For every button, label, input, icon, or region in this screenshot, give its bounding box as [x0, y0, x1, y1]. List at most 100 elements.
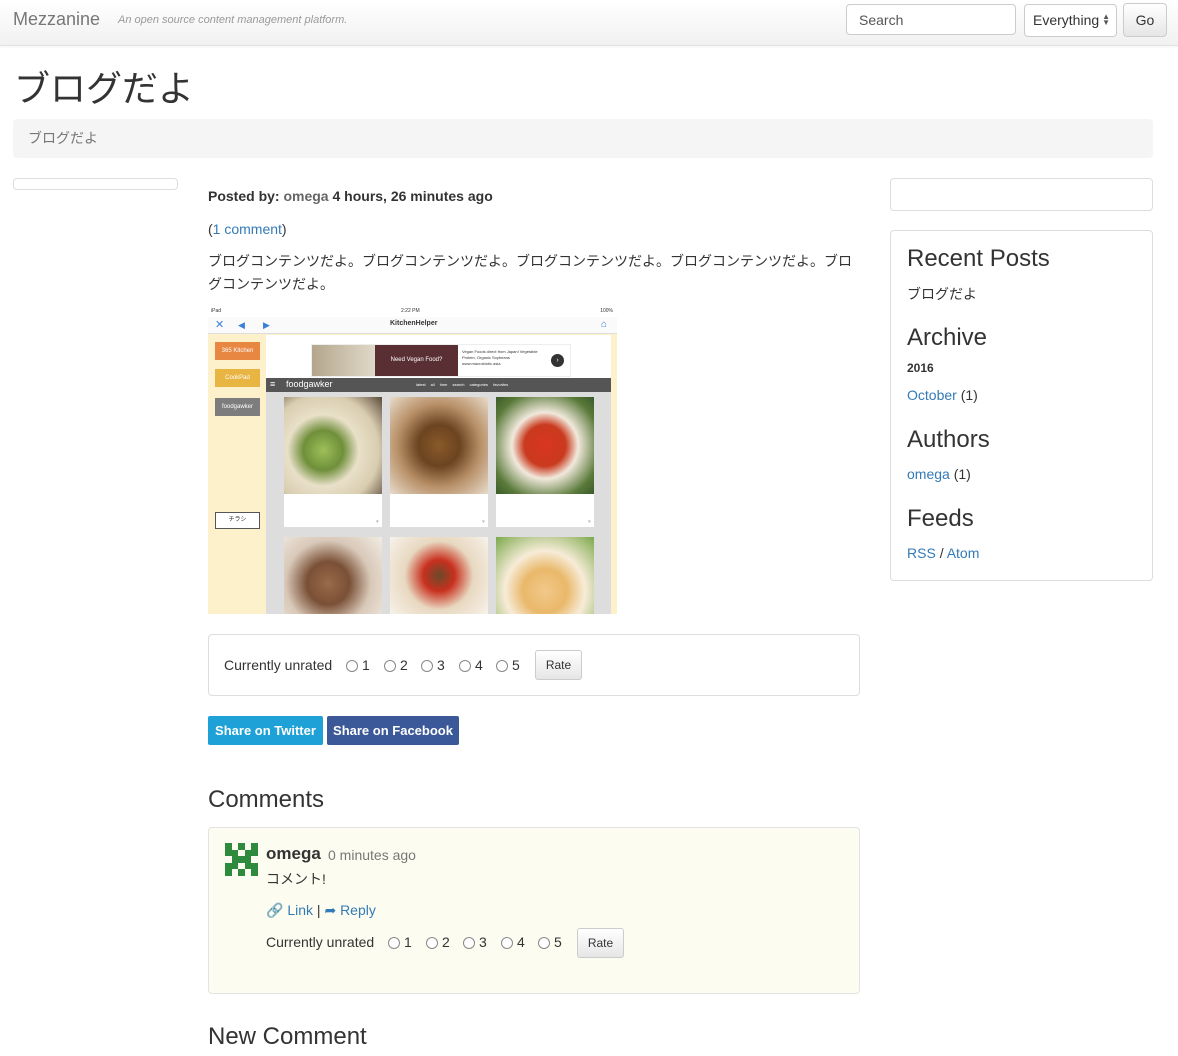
food-photo — [496, 537, 594, 614]
home-icon: ⌂ — [600, 319, 607, 330]
rating-option-label: 3 — [437, 657, 445, 673]
foodgawker-logo: foodgawker — [286, 379, 333, 389]
food-photo — [284, 397, 382, 494]
rating-radio-4[interactable] — [459, 660, 471, 672]
rate-button[interactable]: Rate — [535, 650, 582, 680]
food-card — [496, 537, 594, 614]
search-go-button[interactable]: Go — [1123, 3, 1167, 37]
ad-headline: Need Vegan Food? — [375, 345, 458, 376]
ipad-status-bar: iPad 2:22 PM 100% — [208, 305, 617, 317]
food-card — [284, 537, 382, 614]
comments-count: (1 comment) — [208, 221, 287, 237]
author-link[interactable]: omega — [907, 466, 950, 482]
comment-rating-radio-1[interactable] — [388, 937, 400, 949]
authors-heading: Authors — [907, 426, 990, 453]
comment-rating-radio-3[interactable] — [463, 937, 475, 949]
link-icon: 🔗 — [266, 902, 284, 918]
heart-icon: ♥ — [588, 519, 591, 525]
breadcrumb-item: ブログだよ — [28, 130, 98, 146]
rss-link[interactable]: RSS — [907, 545, 936, 561]
feeds-separator: / — [939, 545, 944, 561]
food-grid: ♥ ♥ ♥ — [266, 392, 611, 614]
rating-option-label: 4 — [475, 657, 483, 673]
blog-sidebar: Recent Posts ブログだよ Archive 2016 October … — [890, 230, 1153, 581]
heart-icon: ♥ — [482, 519, 485, 525]
food-card: ♥ — [390, 397, 488, 527]
left-sidebar-panel — [13, 178, 178, 190]
back-arrow-icon: ◀ — [238, 320, 245, 330]
comment-item: omega 0 minutes ago コメント! 🔗 Link | ➦ Rep… — [208, 827, 860, 994]
comment-rate-button[interactable]: Rate — [577, 928, 624, 958]
app-sidebar-button: 365 Kitchen — [215, 342, 260, 360]
post-author-link[interactable]: omega — [283, 188, 328, 204]
new-comment-heading: New Comment — [208, 1023, 367, 1050]
post-content: ブログコンテンツだよ。ブログコンテンツだよ。ブログコンテンツだよ。ブログコンテン… — [208, 253, 852, 292]
app-sidebar-button: CookPad — [215, 369, 260, 387]
archive-month-link[interactable]: October — [907, 387, 957, 403]
ad-desc: Vegan Foods direct from Japan! Vegetable… — [462, 349, 538, 360]
rating-option-label: 5 — [512, 657, 520, 673]
rating-radio-5[interactable] — [496, 660, 508, 672]
food-photo — [390, 397, 488, 494]
heart-icon: ♥ — [376, 519, 379, 525]
app-webview: Need Vegan Food? Vegan Foods direct from… — [266, 335, 611, 614]
comment-body: コメント! — [266, 871, 326, 887]
site-brand[interactable]: Mezzanine — [13, 9, 100, 30]
archive-heading: Archive — [907, 324, 988, 351]
share-facebook-button[interactable]: Share on Facebook — [327, 716, 459, 745]
comment-link[interactable]: 🔗 Link — [266, 902, 313, 918]
comment-time: 0 minutes ago — [328, 847, 416, 863]
rating-option-label: 2 — [400, 657, 408, 673]
recent-posts-heading: Recent Posts — [907, 245, 1050, 272]
food-card: ♥ — [496, 397, 594, 527]
share-twitter-button[interactable]: Share on Twitter — [208, 716, 323, 745]
feeds-heading: Feeds — [907, 505, 974, 532]
rating-radio-1[interactable] — [346, 660, 358, 672]
archive-year: 2016 — [907, 361, 934, 375]
rating-radio-2[interactable] — [384, 660, 396, 672]
page-title: ブログだよ — [14, 68, 195, 109]
rating-option-label: 4 — [517, 934, 525, 950]
comments-heading: Comments — [208, 786, 325, 813]
app-sidebar-button: foodgawker — [215, 398, 260, 416]
comment-reply-label: Reply — [340, 902, 376, 918]
search-input[interactable] — [846, 4, 1016, 35]
comments-count-link[interactable]: 1 comment — [213, 221, 282, 237]
post-time: 4 hours, 26 minutes ago — [332, 188, 493, 204]
comment-reply-link[interactable]: ➦ Reply — [324, 902, 375, 918]
breadcrumb: ブログだよ — [13, 119, 1153, 158]
comment-rating-radio-5[interactable] — [538, 937, 550, 949]
comment-link-label: Link — [287, 902, 314, 918]
rating-option-label: 1 — [404, 934, 412, 950]
search-scope-value: Everything — [1033, 12, 1100, 28]
comment-actions: 🔗 Link | ➦ Reply — [266, 902, 376, 919]
post-meta: Posted by: omega 4 hours, 26 minutes ago — [208, 188, 493, 204]
food-photo — [284, 537, 382, 614]
food-photo — [496, 397, 594, 494]
app-toolbar: ✕ ◀ ▶ KitchenHelper ⌂ — [208, 317, 617, 334]
posted-by-label: Posted by: — [208, 188, 280, 204]
comment-rating-radio-4[interactable] — [501, 937, 513, 949]
search-scope-select[interactable]: Everything ▲ ▼ — [1024, 4, 1117, 37]
menu-icon: ≡ — [270, 379, 276, 389]
reply-icon: ➦ — [324, 902, 337, 918]
atom-link[interactable]: Atom — [947, 545, 980, 561]
recent-post-link[interactable]: ブログだよ — [907, 284, 977, 304]
author-count: (1) — [953, 466, 971, 482]
app-title: KitchenHelper — [390, 320, 438, 327]
top-navbar: Mezzanine An open source content managem… — [0, 0, 1178, 46]
ad-text: Vegan Foods direct from Japan! Vegetable… — [462, 349, 547, 367]
food-photo — [390, 537, 488, 614]
comment-actions-separator: | — [316, 902, 321, 918]
comment-author: omega — [266, 844, 321, 863]
foodgawker-links: latest all time search categories favori… — [416, 382, 509, 387]
comment-rating-radio-2[interactable] — [426, 937, 438, 949]
rating-option-label: 5 — [554, 934, 562, 950]
device-name: iPad — [211, 308, 222, 314]
select-arrows-icon: ▲ ▼ — [1102, 12, 1110, 27]
app-ad-banner: Need Vegan Food? Vegan Foods direct from… — [311, 344, 571, 377]
rating-radio-3[interactable] — [421, 660, 433, 672]
close-icon: ✕ — [215, 319, 225, 331]
app-flyer-button: チラシ — [215, 512, 260, 529]
feeds-links: RSS / Atom — [907, 545, 979, 561]
